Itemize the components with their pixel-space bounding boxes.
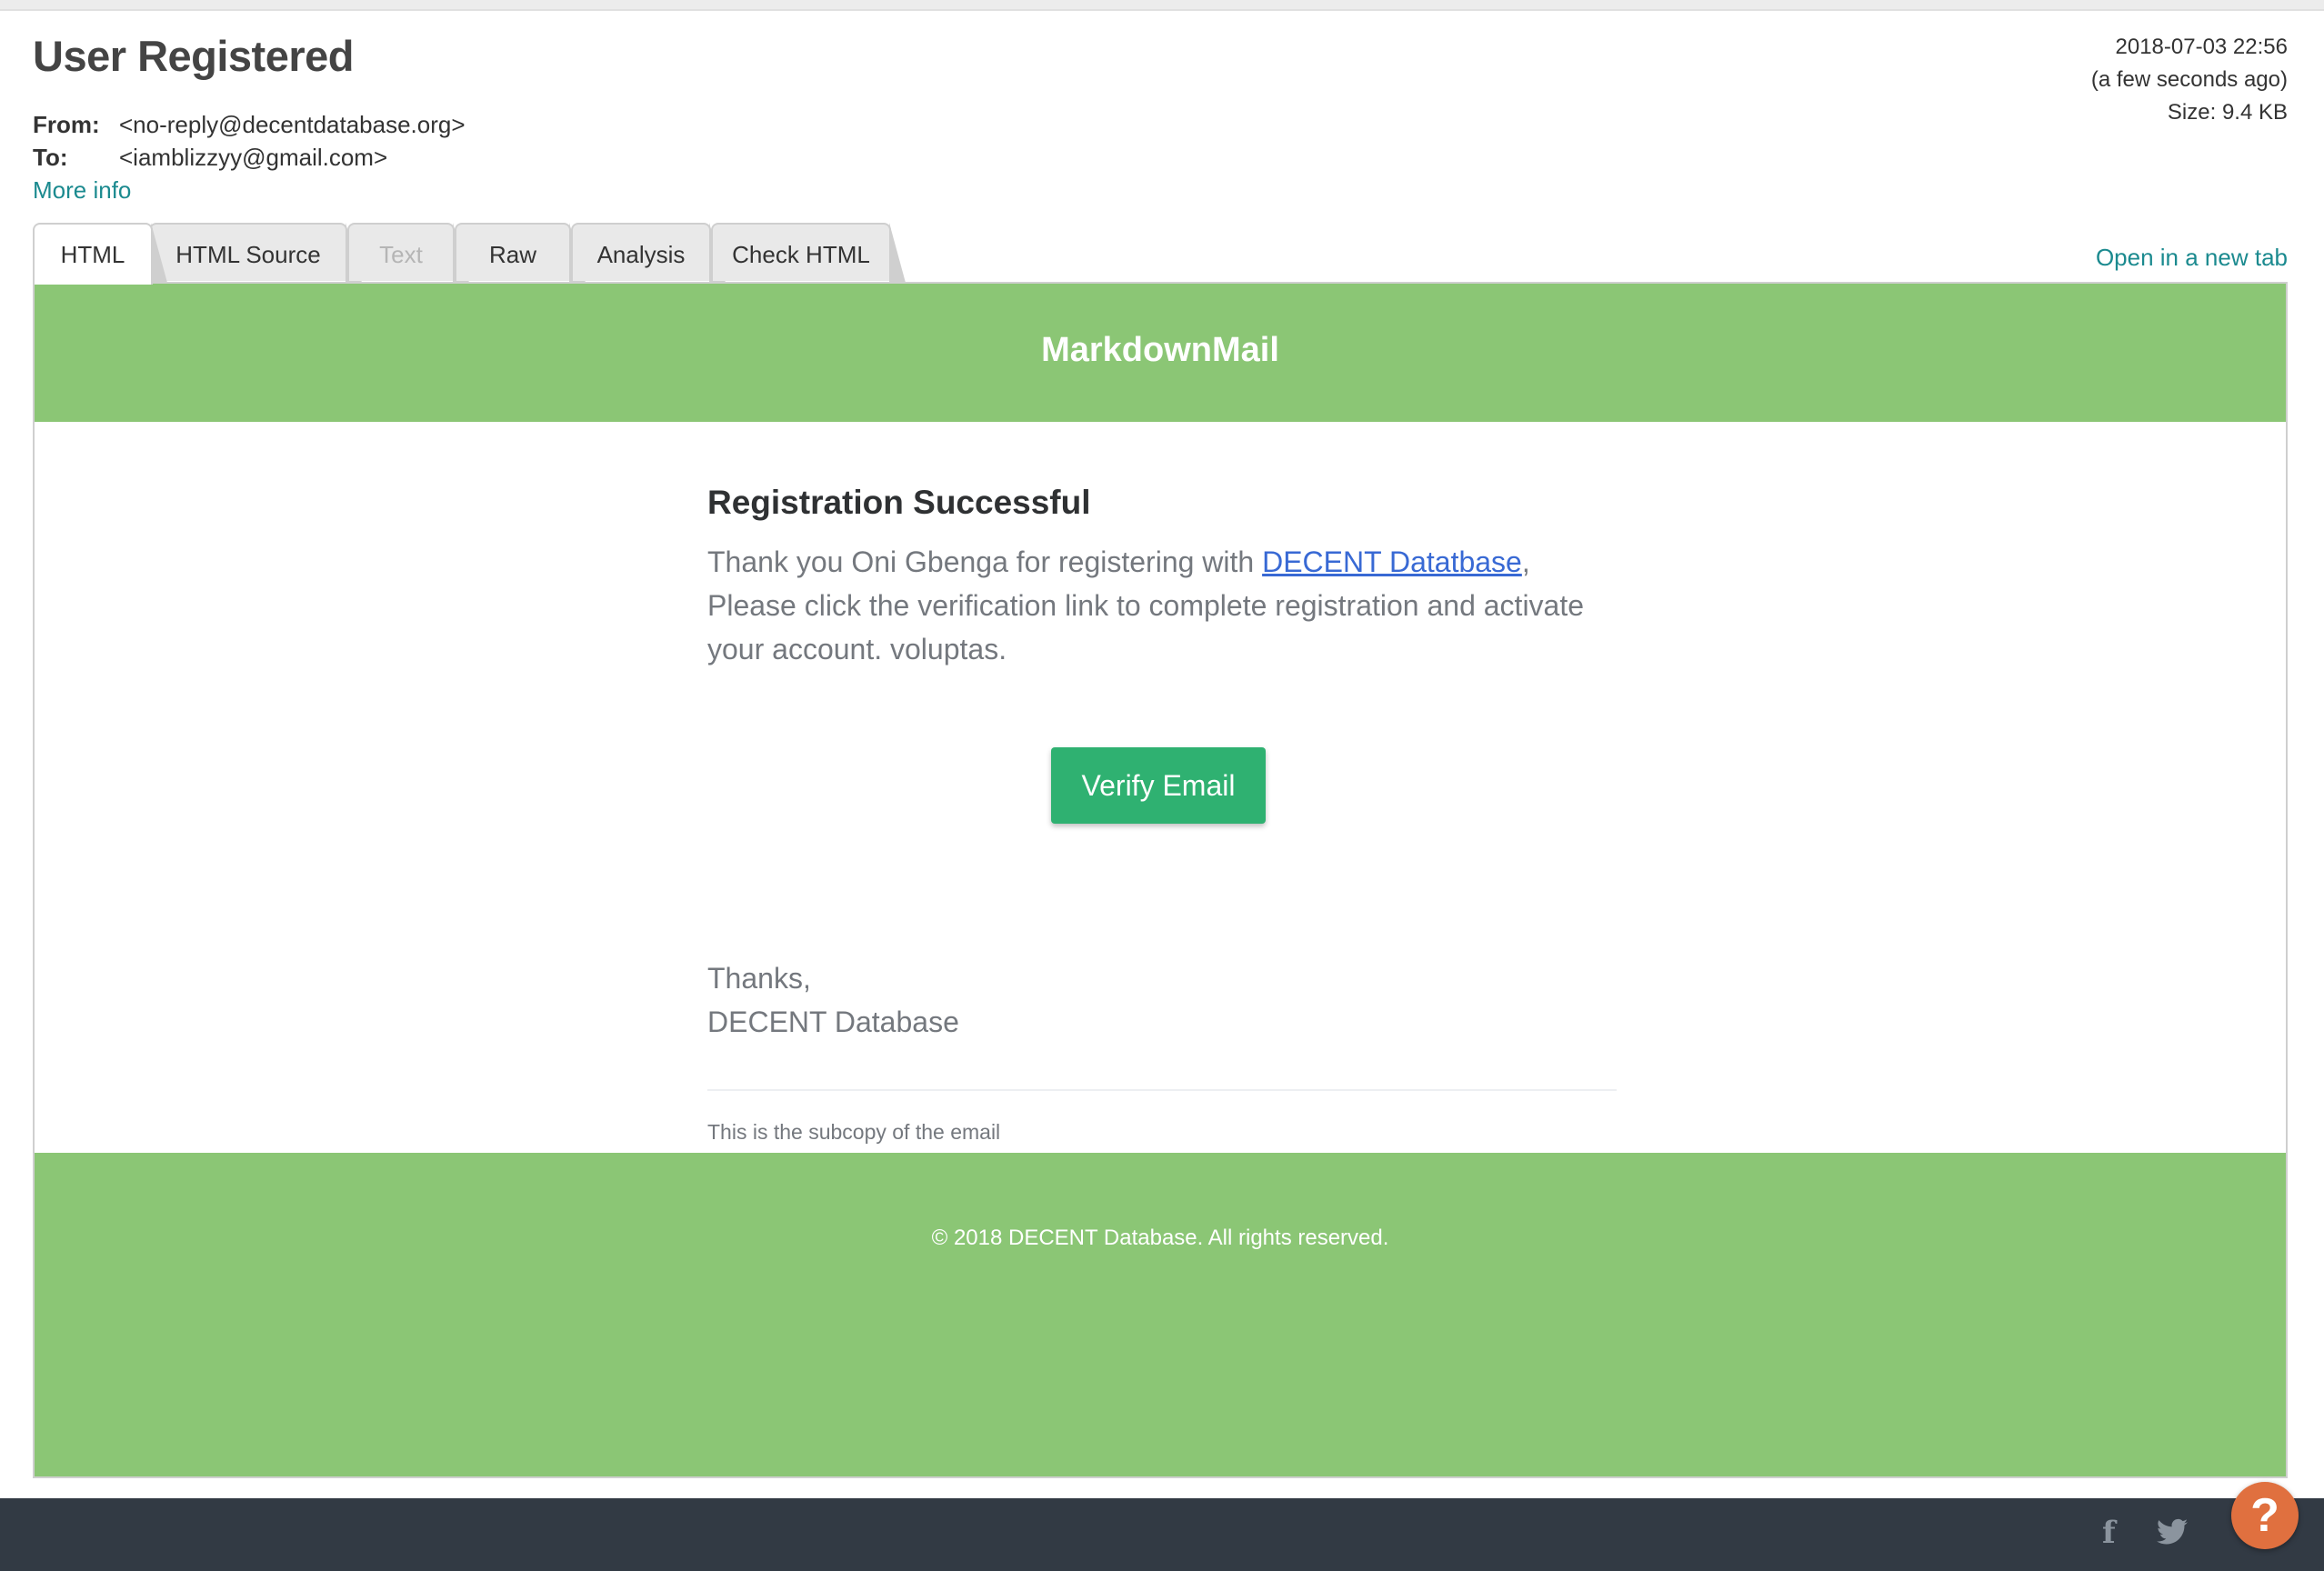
to-value: <iamblizzyy@gmail.com> xyxy=(119,144,388,171)
message-date: 2018-07-03 22:56 xyxy=(2115,35,2289,59)
subcopy-divider xyxy=(707,1089,1617,1091)
email-heading: Registration Successful xyxy=(707,484,1091,521)
email-copyright: © 2018 DECENT Database. All rights reser… xyxy=(931,1226,1389,1250)
email-footer-band: © 2018 DECENT Database. All rights reser… xyxy=(35,1153,2286,1476)
message-relative-time: (a few seconds ago) xyxy=(2090,67,2288,92)
tab-analysis[interactable]: Analysis xyxy=(571,223,726,283)
verify-email-button[interactable]: Verify Email xyxy=(1051,747,1266,824)
top-strip xyxy=(0,0,2324,11)
tab-html-source[interactable]: HTML Source xyxy=(149,223,362,283)
facebook-icon[interactable]: f xyxy=(2102,1515,2116,1551)
tab-check-html[interactable]: Check HTML xyxy=(711,223,906,283)
email-signoff: Thanks, DECENT Database xyxy=(707,956,959,1044)
email-preview-frame: MarkdownMail Registration Successful Tha… xyxy=(33,282,2288,1478)
email-paragraph-prefix: Thank you Oni Gbenga for registering wit… xyxy=(707,545,1263,578)
email-paragraph: Thank you Oni Gbenga for registering wit… xyxy=(707,540,1626,671)
tab-raw[interactable]: Raw xyxy=(455,223,586,283)
page-footer-bar: f xyxy=(0,1498,2324,1571)
from-label: From: xyxy=(33,111,100,138)
signoff-thanks: Thanks, xyxy=(707,962,811,995)
email-brand[interactable]: MarkdownMail xyxy=(35,331,2286,370)
message-size: Size: 9.4 KB xyxy=(2167,100,2288,125)
decent-database-link[interactable]: DECENT Datatbase xyxy=(1262,545,1522,578)
from-row: From: <no-reply@decentdatabase.org> xyxy=(33,111,466,139)
more-info-link[interactable]: More info xyxy=(33,176,131,205)
from-value: <no-reply@decentdatabase.org> xyxy=(119,111,466,138)
email-header-band: MarkdownMail xyxy=(35,284,2286,422)
email-subcopy: This is the subcopy of the email xyxy=(707,1120,1001,1144)
open-in-new-tab-link[interactable]: Open in a new tab xyxy=(2096,244,2288,272)
tab-html[interactable]: HTML xyxy=(33,223,167,285)
twitter-icon[interactable] xyxy=(2157,1518,2188,1554)
tab-text: Text xyxy=(347,223,469,283)
signoff-sender: DECENT Database xyxy=(707,1006,959,1038)
to-row: To: <iamblizzyy@gmail.com> xyxy=(33,144,387,172)
email-subject: User Registered xyxy=(33,32,355,80)
message-meta: 2018-07-03 22:56 (a few seconds ago) Siz… xyxy=(2091,31,2288,129)
to-label: To: xyxy=(33,144,68,171)
help-question-icon[interactable]: ? xyxy=(2231,1482,2299,1549)
